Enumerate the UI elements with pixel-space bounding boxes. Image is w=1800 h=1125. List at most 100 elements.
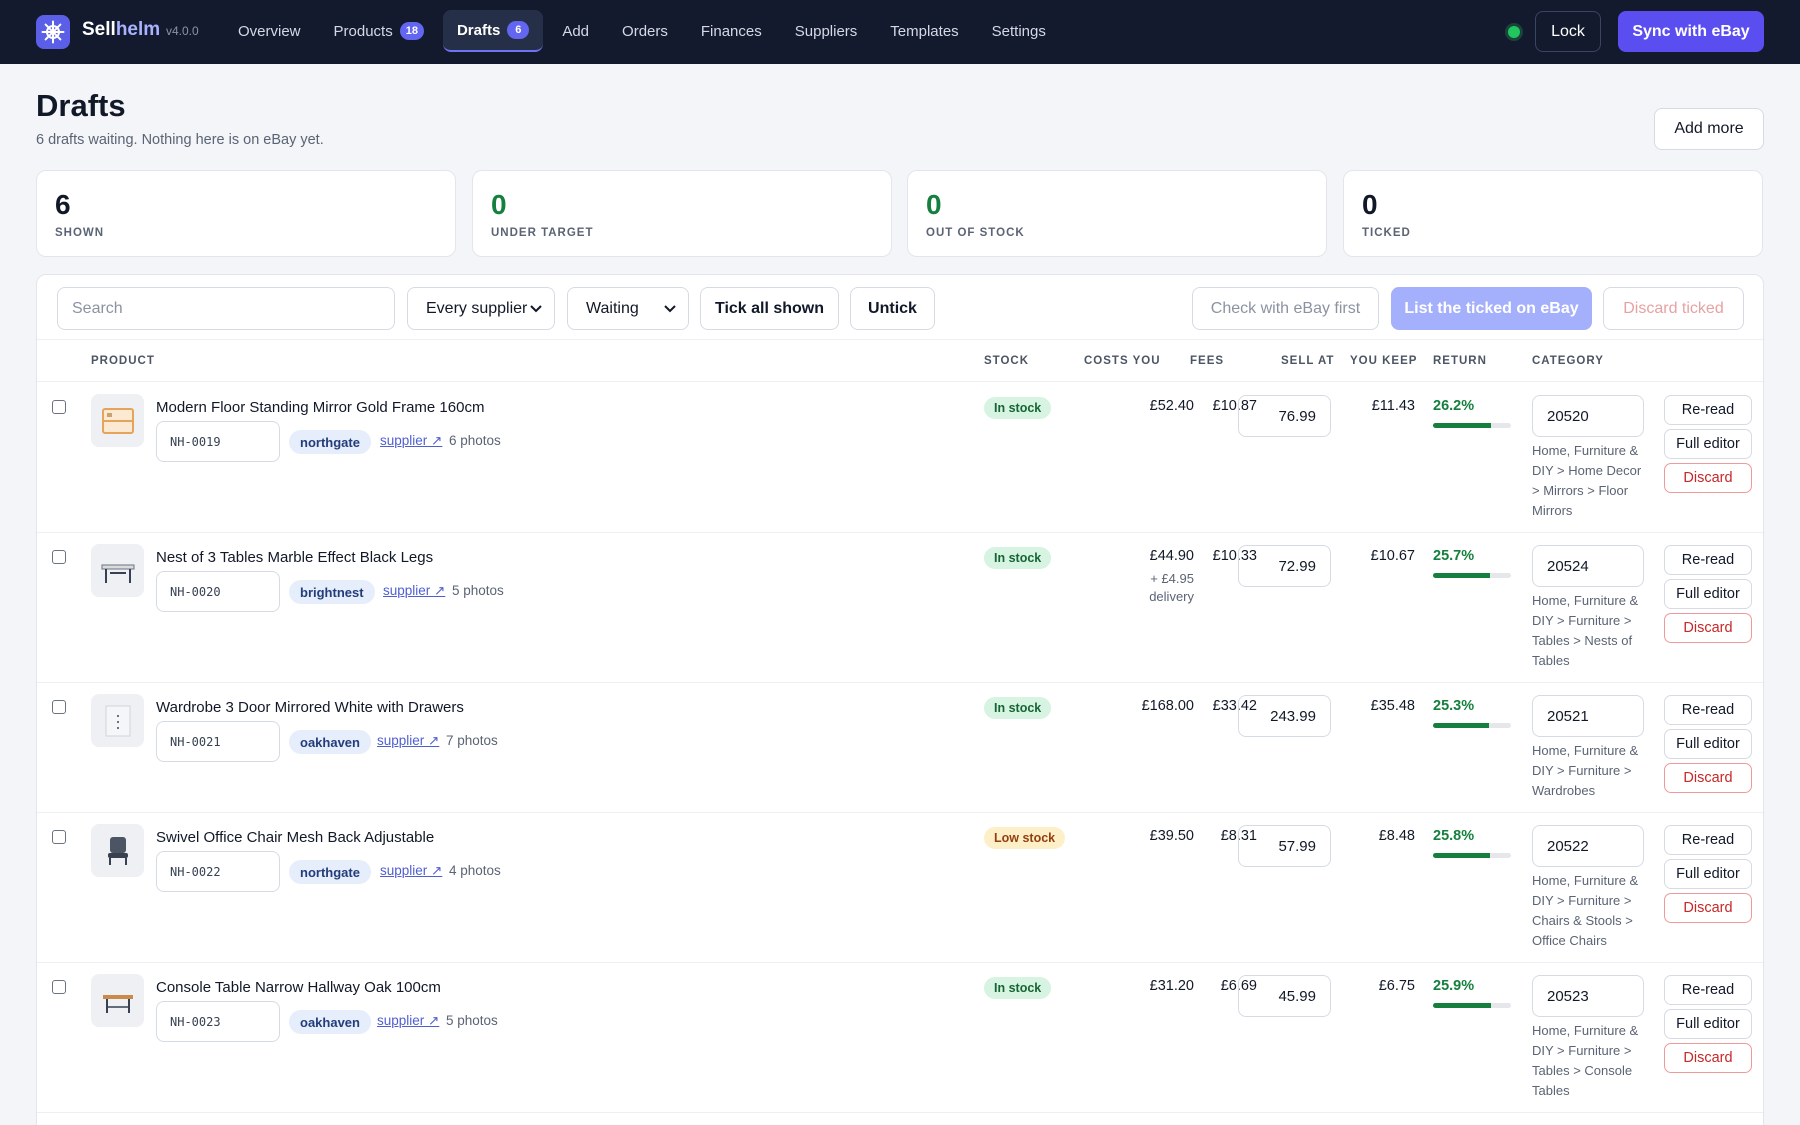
photo-count: 4 photos — [449, 863, 501, 878]
col-stock: STOCK — [984, 355, 1030, 367]
col-product: PRODUCT — [91, 355, 155, 367]
sell-price-input[interactable]: 45.99 — [1238, 975, 1331, 1017]
photo-count: 5 photos — [452, 583, 504, 598]
sync-ebay-button[interactable]: Sync with eBay — [1618, 11, 1764, 52]
return-bar-fill — [1433, 573, 1491, 578]
helm-icon[interactable] — [36, 15, 70, 49]
return-bar-fill — [1433, 423, 1492, 428]
nav-settings[interactable]: Settings — [978, 10, 1060, 52]
stat-card-ticked: 0 TICKED — [1343, 170, 1763, 257]
sku-field[interactable]: NH-0021 — [156, 721, 280, 762]
stock-badge: In stock — [984, 397, 1052, 419]
supplier-filter-select[interactable]: Every supplier — [407, 287, 555, 330]
nav-templates[interactable]: Templates — [876, 10, 972, 52]
stock-badge: Low stock — [984, 827, 1066, 849]
nav-drafts[interactable]: Drafts 6 — [442, 10, 544, 52]
nav-overview[interactable]: Overview — [224, 10, 315, 52]
reread-button[interactable]: Re-read — [1664, 975, 1752, 1005]
sell-price-input[interactable]: 72.99 — [1238, 545, 1331, 587]
console-table-icon — [91, 974, 144, 1027]
reread-button[interactable]: Re-read — [1664, 395, 1752, 425]
products-count-badge: 18 — [399, 22, 424, 40]
discard-ticked-button[interactable]: Discard ticked — [1603, 287, 1744, 330]
reread-button[interactable]: Re-read — [1664, 695, 1752, 725]
table-row: Modern Floor Standing Mirror Gold Frame … — [37, 383, 1763, 533]
nav-suppliers[interactable]: Suppliers — [781, 10, 872, 52]
nav-label: Orders — [622, 22, 668, 40]
add-more-button[interactable]: Add more — [1654, 108, 1764, 150]
full-editor-button[interactable]: Full editor — [1664, 729, 1752, 759]
category-id-input[interactable]: 20523 — [1532, 975, 1644, 1017]
brand-name[interactable]: Sellhelm — [82, 19, 160, 41]
nav-add[interactable]: Add — [548, 10, 603, 52]
supplier-link[interactable]: supplier ↗ — [377, 1013, 439, 1029]
col-costs: COSTS YOU — [1084, 355, 1161, 367]
product-name[interactable]: Swivel Office Chair Mesh Back Adjustable — [156, 829, 434, 846]
return-bar — [1433, 423, 1511, 428]
table-row: Console Table Narrow Hallway Oak 100cm N… — [37, 963, 1763, 1113]
row-checkbox[interactable] — [52, 980, 66, 994]
full-editor-button[interactable]: Full editor — [1664, 859, 1752, 889]
category-id-input[interactable]: 20521 — [1532, 695, 1644, 737]
supplier-link[interactable]: supplier ↗ — [377, 733, 439, 749]
category-path: Home, Furniture & DIY > Furniture > Chai… — [1532, 873, 1639, 948]
list-ticked-button[interactable]: List the ticked on eBay — [1391, 287, 1592, 330]
supplier-tag: northgate — [289, 430, 371, 454]
stat-card-out-of-stock: 0 OUT OF STOCK — [907, 170, 1327, 257]
nav-products[interactable]: Products 18 — [320, 10, 438, 52]
row-checkbox[interactable] — [52, 400, 66, 414]
row-checkbox[interactable] — [52, 550, 66, 564]
discard-button[interactable]: Discard — [1664, 763, 1752, 793]
sku-field[interactable]: NH-0022 — [156, 851, 280, 892]
sell-price-input[interactable]: 243.99 — [1238, 695, 1331, 737]
keep-value: £6.75 — [1378, 978, 1415, 994]
product-name[interactable]: Nest of 3 Tables Marble Effect Black Leg… — [156, 549, 433, 566]
product-name[interactable]: Console Table Narrow Hallway Oak 100cm — [156, 979, 441, 996]
product-name[interactable]: Wardrobe 3 Door Mirrored White with Draw… — [156, 699, 464, 716]
lock-button[interactable]: Lock — [1535, 11, 1601, 52]
return-bar — [1433, 573, 1511, 578]
mirror-icon — [91, 394, 144, 447]
supplier-link[interactable]: supplier ↗ — [383, 583, 445, 599]
status-filter-select[interactable]: Waiting — [567, 287, 689, 330]
product-name[interactable]: Modern Floor Standing Mirror Gold Frame … — [156, 399, 484, 416]
stat-label: SHOWN — [55, 227, 105, 239]
sku-field[interactable]: NH-0020 — [156, 571, 280, 612]
brand-part-2: helm — [115, 19, 161, 40]
nav-orders[interactable]: Orders — [608, 10, 682, 52]
row-checkbox[interactable] — [52, 700, 66, 714]
category-id-input[interactable]: 20524 — [1532, 545, 1644, 587]
full-editor-button[interactable]: Full editor — [1664, 429, 1752, 459]
supplier-link[interactable]: supplier ↗ — [380, 433, 442, 449]
sku-field[interactable]: NH-0023 — [156, 1001, 280, 1042]
nav-label: Finances — [700, 22, 762, 40]
nav-label: Add — [562, 22, 590, 40]
full-editor-button[interactable]: Full editor — [1664, 579, 1752, 609]
sell-price-input[interactable]: 57.99 — [1238, 825, 1331, 867]
discard-button[interactable]: Discard — [1664, 463, 1752, 493]
untick-button[interactable]: Untick — [850, 287, 935, 330]
sell-price-input[interactable]: 76.99 — [1238, 395, 1331, 437]
sku-field[interactable]: NH-0019 — [156, 421, 280, 462]
nav-finances[interactable]: Finances — [687, 10, 776, 52]
check-ebay-button[interactable]: Check with eBay first — [1192, 287, 1379, 330]
supplier-link[interactable]: supplier ↗ — [380, 863, 442, 879]
category-path: Home, Furniture & DIY > Furniture > Ward… — [1532, 743, 1639, 798]
nav-label: Overview — [238, 22, 301, 40]
select-value: Waiting — [586, 299, 639, 317]
discard-button[interactable]: Discard — [1664, 1043, 1752, 1073]
search-input[interactable]: Search — [57, 287, 395, 330]
row-checkbox[interactable] — [52, 830, 66, 844]
return-bar — [1433, 1003, 1511, 1008]
full-editor-button[interactable]: Full editor — [1664, 1009, 1752, 1039]
return-percent: 25.8% — [1433, 828, 1475, 844]
reread-button[interactable]: Re-read — [1664, 545, 1752, 575]
discard-button[interactable]: Discard — [1664, 613, 1752, 643]
reread-button[interactable]: Re-read — [1664, 825, 1752, 855]
category-id-input[interactable]: 20520 — [1532, 395, 1644, 437]
tick-all-button[interactable]: Tick all shown — [700, 287, 839, 330]
category-id-input[interactable]: 20522 — [1532, 825, 1644, 867]
discard-button[interactable]: Discard — [1664, 893, 1752, 923]
nav-links: Overview Products 18 Drafts 6 Add Orders F… — [224, 10, 1065, 52]
col-sell: SELL AT — [1281, 355, 1335, 367]
